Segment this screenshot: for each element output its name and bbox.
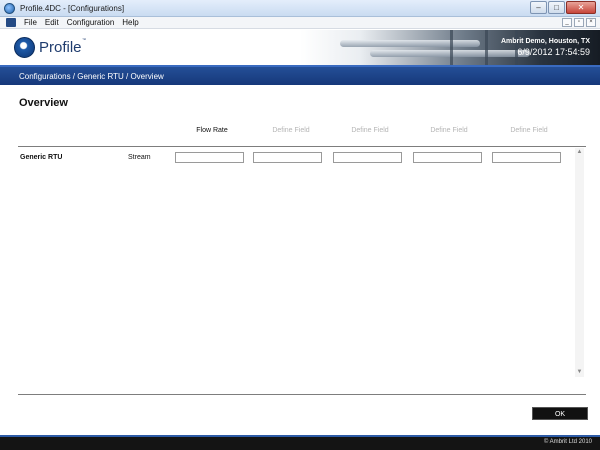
mdi-restore-button[interactable]: ▫ [574,18,584,27]
menu-bar: File Edit Configuration Help _ ▫ × [0,17,600,29]
menu-help[interactable]: Help [122,18,138,27]
menu-edit[interactable]: Edit [45,18,59,27]
menu-file[interactable]: File [24,18,37,27]
app-header: Profile ™ Ambrit Demo, Houston, TX 6/9/2… [0,30,600,65]
mdi-minimize-button[interactable]: _ [562,18,572,27]
logo-text: Profile [39,39,82,56]
column-header-define-field[interactable]: Define Field [335,127,405,134]
flow-rate-input[interactable] [175,152,244,163]
field-input[interactable] [492,152,561,163]
profile-logo-icon [14,37,35,58]
field-input[interactable] [333,152,402,163]
vertical-scrollbar[interactable]: ▲ ▼ [575,148,584,377]
menu-app-icon[interactable] [6,18,16,27]
grid-top-divider [18,146,586,147]
status-footer: © Ambrit Ltd 2010 [0,435,600,450]
column-header-define-field[interactable]: Define Field [494,127,564,134]
ok-button[interactable]: OK [532,407,588,420]
grid-bottom-divider [18,394,586,395]
column-header-flow-rate: Flow Rate [196,127,228,134]
mdi-controls: _ ▫ × [562,18,596,27]
window-controls: – □ ✕ [530,1,596,14]
site-name: Ambrit Demo, Houston, TX [500,38,590,45]
close-button[interactable]: ✕ [566,1,596,14]
breadcrumb: Configurations / Generic RTU / Overview [0,65,600,85]
maximize-button[interactable]: □ [548,1,565,14]
column-header-define-field[interactable]: Define Field [414,127,484,134]
field-input[interactable] [253,152,322,163]
page-title: Overview [19,97,68,109]
window-titlebar[interactable]: Profile.4DC - [Configurations] – □ ✕ [0,0,600,17]
window-title: Profile.4DC - [Configurations] [20,3,125,13]
logo-trademark: ™ [82,37,86,42]
minimize-button[interactable]: – [530,1,547,14]
field-input[interactable] [413,152,482,163]
current-datetime: 6/9/2012 17:54:59 [517,47,590,57]
row-sublabel: Stream [128,154,151,161]
column-header-define-field[interactable]: Define Field [256,127,326,134]
breadcrumb-text[interactable]: Configurations / Generic RTU / Overview [19,72,164,81]
app-icon [4,2,15,14]
scroll-up-icon[interactable]: ▲ [575,148,584,157]
copyright-text: © Ambrit Ltd 2010 [543,439,592,445]
scroll-down-icon[interactable]: ▼ [575,368,584,377]
row-label: Generic RTU [20,154,63,161]
mdi-close-button[interactable]: × [586,18,596,27]
menu-configuration[interactable]: Configuration [67,18,115,27]
